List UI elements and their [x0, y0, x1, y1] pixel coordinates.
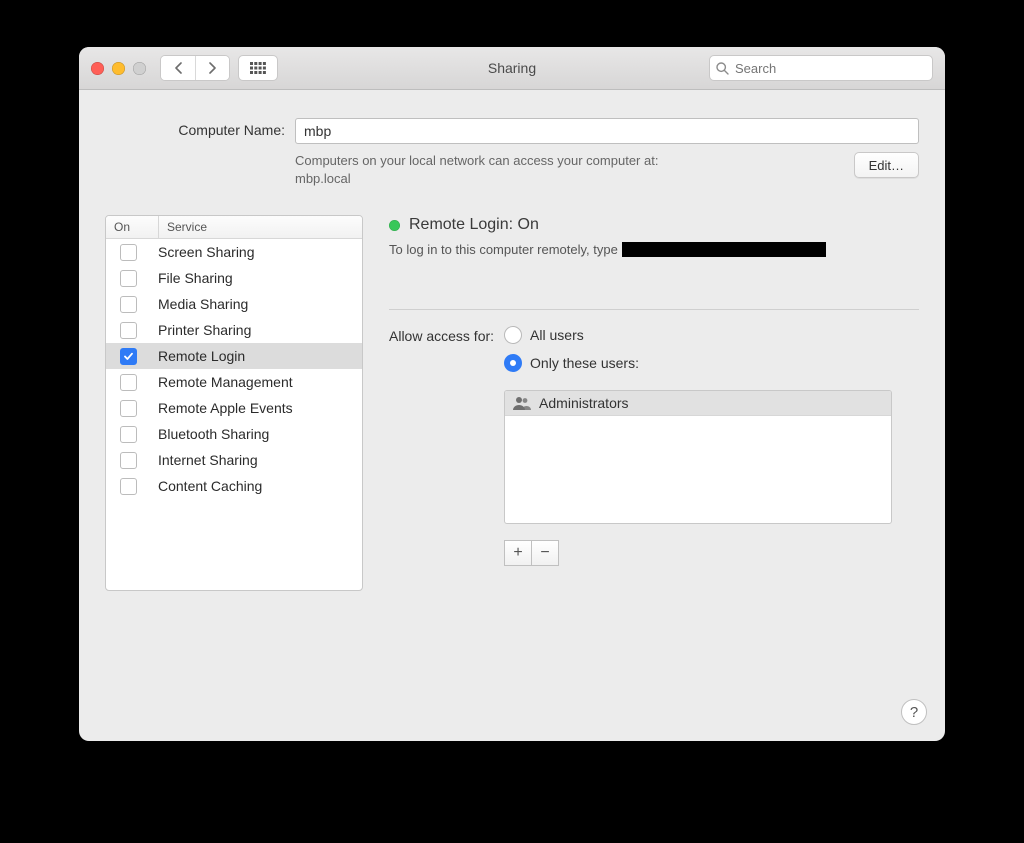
services-table: On Service Screen Sharing File Sharing Med… [105, 215, 363, 591]
service-label: Screen Sharing [150, 244, 362, 260]
service-checkbox[interactable] [120, 400, 137, 417]
add-remove-controls: + − [504, 540, 892, 566]
computer-name-hint: Computers on your local network can acce… [295, 152, 840, 187]
grid-icon [250, 62, 266, 74]
allowed-users-list[interactable]: Administrators [504, 390, 892, 524]
service-checkbox[interactable] [120, 478, 137, 495]
radio-only-label: Only these users: [530, 355, 639, 371]
back-button[interactable] [161, 56, 195, 80]
nav-history [160, 55, 230, 81]
service-checkbox[interactable] [120, 348, 137, 365]
status-dot-icon [389, 220, 400, 231]
forward-button[interactable] [195, 56, 229, 80]
login-hint: To log in to this computer remotely, typ… [389, 242, 919, 257]
divider [389, 309, 919, 310]
service-row[interactable]: Media Sharing [106, 291, 362, 317]
services-list: Screen Sharing File Sharing Media Sharing P… [106, 239, 362, 590]
computer-name-row: Computer Name: Computers on your local n… [105, 118, 919, 187]
check-icon [123, 351, 134, 362]
computer-name-label: Computer Name: [105, 118, 295, 138]
service-checkbox[interactable] [120, 296, 137, 313]
service-row[interactable]: Bluetooth Sharing [106, 421, 362, 447]
service-label: Printer Sharing [150, 322, 362, 338]
service-label: Media Sharing [150, 296, 362, 312]
service-label: Bluetooth Sharing [150, 426, 362, 442]
service-row[interactable]: Screen Sharing [106, 239, 362, 265]
service-checkbox[interactable] [120, 322, 137, 339]
service-checkbox[interactable] [120, 452, 137, 469]
service-checkbox[interactable] [120, 426, 137, 443]
search-input[interactable] [733, 60, 926, 77]
window-controls [91, 62, 146, 75]
service-checkbox[interactable] [120, 244, 137, 261]
service-row[interactable]: Internet Sharing [106, 447, 362, 473]
services-header: On Service [106, 216, 362, 239]
redacted-address [622, 242, 826, 257]
remove-user-button[interactable]: − [532, 540, 559, 566]
radio-only-these[interactable]: Only these users: [504, 354, 892, 372]
zoom-window-button [133, 62, 146, 75]
service-label: Remote Management [150, 374, 362, 390]
service-row[interactable]: Remote Login [106, 343, 362, 369]
close-window-button[interactable] [91, 62, 104, 75]
show-all-button[interactable] [238, 55, 278, 81]
service-status: Remote Login: On [409, 216, 539, 234]
access-label: Allow access for: [389, 326, 494, 344]
service-row[interactable]: Content Caching [106, 473, 362, 499]
service-row[interactable]: Printer Sharing [106, 317, 362, 343]
chevron-right-icon [208, 62, 217, 74]
edit-hostname-button[interactable]: Edit… [854, 152, 919, 178]
footer-area [79, 652, 945, 741]
radio-all-label: All users [530, 327, 584, 343]
add-user-button[interactable]: + [504, 540, 532, 566]
help-button[interactable]: ? [901, 699, 927, 725]
radio-button-icon [504, 326, 522, 344]
service-detail: Remote Login: On To log in to this compu… [389, 215, 919, 591]
radio-all-users[interactable]: All users [504, 326, 892, 344]
col-on: On [106, 216, 159, 238]
service-label: Remote Login [150, 348, 362, 364]
list-item[interactable]: Administrators [505, 391, 891, 416]
group-icon [513, 396, 531, 410]
service-row[interactable]: Remote Apple Events [106, 395, 362, 421]
service-row[interactable]: Remote Management [106, 369, 362, 395]
titlebar: Sharing [79, 47, 945, 90]
service-label: Content Caching [150, 478, 362, 494]
minimize-window-button[interactable] [112, 62, 125, 75]
service-checkbox[interactable] [120, 374, 137, 391]
computer-name-input[interactable] [295, 118, 919, 144]
service-checkbox[interactable] [120, 270, 137, 287]
radio-button-on-icon [504, 354, 522, 372]
search-field[interactable] [709, 55, 933, 81]
chevron-left-icon [174, 62, 183, 74]
service-row[interactable]: File Sharing [106, 265, 362, 291]
preferences-window: Sharing Computer Name: Computers on your… [79, 47, 945, 741]
col-service: Service [159, 216, 362, 238]
user-group-label: Administrators [539, 395, 628, 411]
service-label: Remote Apple Events [150, 400, 362, 416]
search-icon [716, 62, 729, 75]
service-label: Internet Sharing [150, 452, 362, 468]
service-label: File Sharing [150, 270, 362, 286]
window-body: Computer Name: Computers on your local n… [79, 90, 945, 605]
